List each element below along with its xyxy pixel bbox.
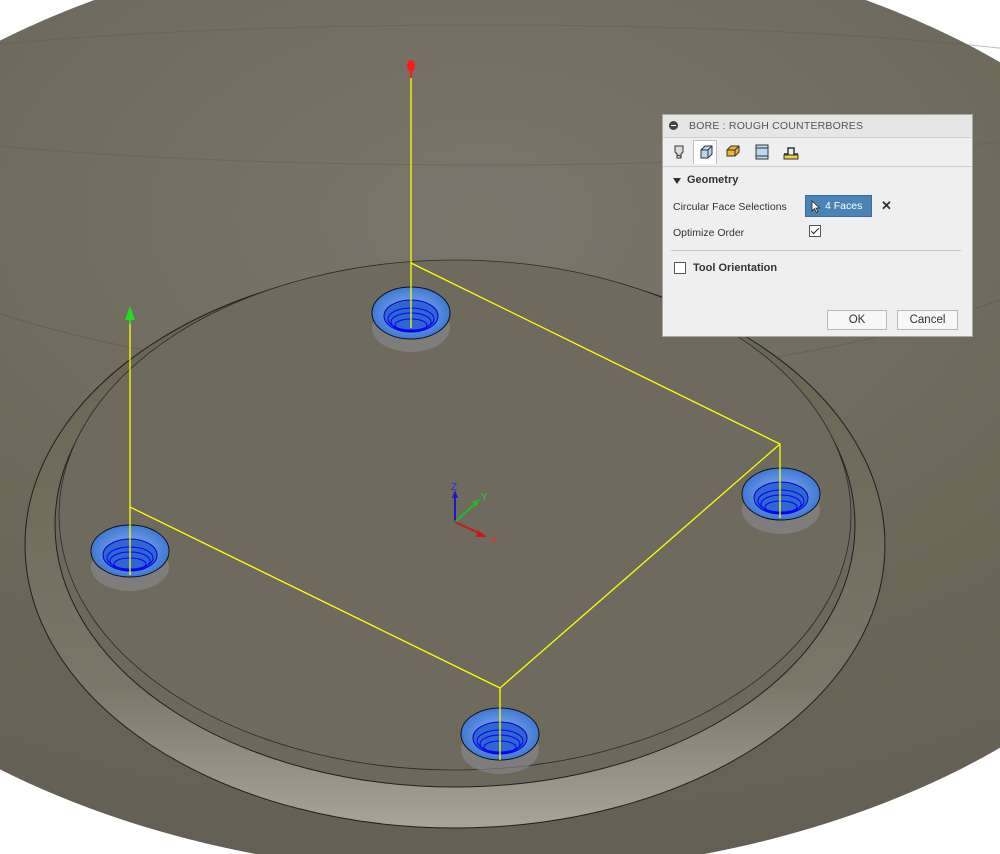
section-divider <box>671 250 961 251</box>
linking-icon <box>783 147 799 160</box>
heights-icon <box>726 145 740 157</box>
tab-linking[interactable] <box>779 140 803 164</box>
tool-icon <box>674 145 684 159</box>
circular-face-label: Circular Face Selections <box>673 201 787 213</box>
expand-arrow-icon[interactable] <box>673 178 681 184</box>
tool-orientation-checkbox[interactable] <box>674 262 686 274</box>
face-selection-count: 4 Faces <box>825 200 863 212</box>
tab-passes[interactable] <box>750 140 774 164</box>
tool-orientation-label[interactable]: Tool Orientation <box>693 262 777 274</box>
geometry-icon <box>700 145 713 159</box>
dialog-title-bar[interactable]: BORE : ROUGH COUNTERBORES <box>663 115 972 138</box>
axis-label-x: X <box>491 535 497 545</box>
tab-tool[interactable] <box>667 140 691 164</box>
dialog-tab-bar <box>663 138 972 167</box>
passes-icon <box>755 144 769 160</box>
ok-button[interactable]: OK <box>827 310 887 330</box>
cancel-button[interactable]: Cancel <box>897 310 958 330</box>
geometry-section-title[interactable]: Geometry <box>687 174 738 186</box>
counterbore-hole-right[interactable] <box>741 467 821 534</box>
axis-label-y: Y <box>481 492 488 503</box>
collapse-icon[interactable] <box>669 121 678 130</box>
bore-operation-dialog: BORE : ROUGH COUNTERBORES Geometry Circu… <box>662 114 973 337</box>
clear-selection-icon[interactable]: ✕ <box>881 198 892 214</box>
optimize-order-label: Optimize Order <box>673 227 745 239</box>
cursor-icon <box>811 200 821 213</box>
axis-label-z: Z <box>451 482 457 493</box>
tab-geometry[interactable] <box>693 140 717 164</box>
tab-heights[interactable] <box>721 140 745 164</box>
face-selection-button[interactable]: 4 Faces <box>805 195 872 217</box>
dialog-title: BORE : ROUGH COUNTERBORES <box>689 120 864 132</box>
optimize-order-checkbox[interactable] <box>809 225 821 237</box>
